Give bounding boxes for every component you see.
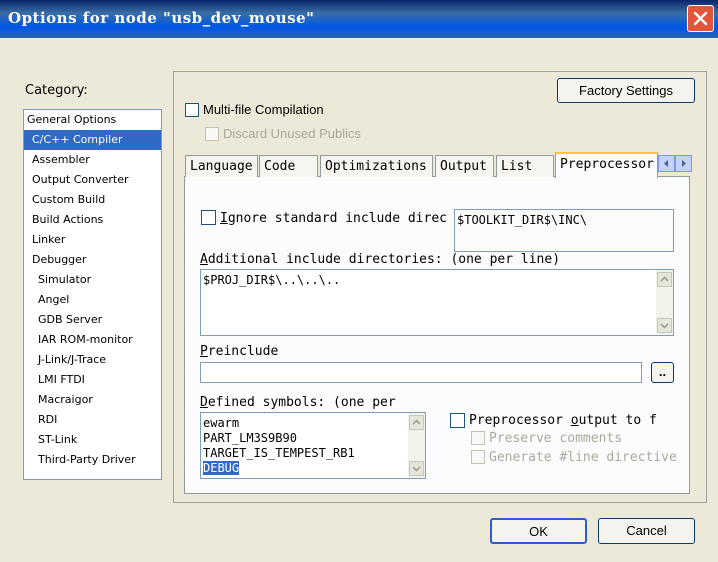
- additional-include-textarea[interactable]: $PROJ_DIR$\..\..\..: [200, 269, 674, 336]
- defined-symbols-textarea[interactable]: ewarm PART_LM3S9B90 TARGET_IS_TEMPEST_RB…: [200, 412, 426, 479]
- scroll-up-button[interactable]: [657, 272, 672, 287]
- symbol-line: PART_LM3S9B90: [203, 431, 297, 445]
- preprocessor-output-checkbox[interactable]: [450, 413, 465, 428]
- category-item-st-link[interactable]: ST-Link: [24, 430, 161, 450]
- defined-symbols-label: Defined symbols: (one per: [200, 395, 396, 410]
- additional-include-label: Additional include directories: (one per…: [200, 252, 561, 267]
- category-item-iar-rom-monitor[interactable]: IAR ROM-monitor: [24, 330, 161, 350]
- category-label: Category:: [25, 83, 88, 98]
- preserve-comments-checkbox[interactable]: [471, 431, 485, 445]
- chevron-up-icon: [660, 276, 669, 282]
- generate-line-label: Generate #line directive: [489, 450, 677, 465]
- category-item-simulator[interactable]: Simulator: [24, 270, 161, 290]
- preprocessor-output-label: Preprocessor output to f: [469, 413, 657, 428]
- symbol-line-selected: DEBUG: [203, 461, 240, 475]
- multifile-compilation-checkbox[interactable]: [185, 103, 199, 117]
- tab-scroll-left-button[interactable]: [658, 155, 675, 172]
- cancel-button[interactable]: Cancel: [598, 518, 695, 544]
- window-title: Options for node "usb_dev_mouse": [8, 9, 315, 27]
- triangle-right-icon: [682, 160, 686, 167]
- scroll-up-button[interactable]: [409, 415, 424, 430]
- tab-language[interactable]: Language: [185, 155, 258, 177]
- defined-symbols-scrollbar[interactable]: [408, 413, 425, 478]
- preserve-comments-label: Preserve comments: [489, 431, 623, 446]
- chevron-down-icon: [412, 466, 421, 472]
- close-icon: [693, 11, 708, 26]
- chevron-down-icon: [660, 323, 669, 329]
- category-item-build-actions[interactable]: Build Actions: [24, 210, 161, 230]
- preinclude-browse-button[interactable]: ..: [651, 362, 674, 383]
- preinclude-label: Preinclude: [200, 344, 279, 359]
- category-item-j-link-j-trace[interactable]: J-Link/J-Trace: [24, 350, 161, 370]
- chevron-up-icon: [412, 419, 421, 425]
- symbol-line: ewarm: [203, 416, 240, 430]
- category-item-c-c-compiler[interactable]: C/C++ Compiler: [24, 130, 161, 150]
- symbol-line: TARGET_IS_TEMPEST_RB1: [203, 446, 355, 460]
- category-list[interactable]: General Options C/C++ Compiler Assembler Ou…: [23, 109, 162, 480]
- category-item-debugger[interactable]: Debugger: [24, 250, 161, 270]
- category-item-third-party-driver[interactable]: Third-Party Driver: [24, 450, 161, 470]
- ok-button[interactable]: OK: [490, 518, 587, 544]
- category-item-rdi[interactable]: RDI: [24, 410, 161, 430]
- options-dialog: Options for node "usb_dev_mouse" Categor…: [0, 0, 718, 562]
- category-item-gdb-server[interactable]: GDB Server: [24, 310, 161, 330]
- triangle-left-icon: [664, 160, 668, 167]
- close-button[interactable]: [687, 5, 714, 32]
- factory-settings-button[interactable]: Factory Settings: [557, 78, 695, 103]
- category-item-angel[interactable]: Angel: [24, 290, 161, 310]
- preinclude-input[interactable]: [200, 362, 642, 383]
- category-item-assembler[interactable]: Assembler: [24, 150, 161, 170]
- discard-unused-checkbox[interactable]: [205, 127, 219, 141]
- ignore-std-include-label: Ignore standard include direc: [220, 211, 447, 226]
- tab-scroll-right-button[interactable]: [675, 155, 692, 172]
- category-item-macraigor[interactable]: Macraigor: [24, 390, 161, 410]
- tab-preprocessor[interactable]: Preprocessor: [555, 152, 658, 178]
- scroll-down-button[interactable]: [657, 318, 672, 333]
- multifile-compilation-label: Multi-file Compilation: [203, 102, 324, 117]
- category-item-custom-build[interactable]: Custom Build: [24, 190, 161, 210]
- generate-line-checkbox[interactable]: [471, 450, 485, 464]
- toolkit-include-field[interactable]: $TOOLKIT_DIR$\INC\: [454, 209, 674, 252]
- tab-output[interactable]: Output: [435, 155, 494, 177]
- tab-optimizations[interactable]: Optimizations: [320, 155, 433, 177]
- category-item-linker[interactable]: Linker: [24, 230, 161, 250]
- scroll-down-button[interactable]: [409, 461, 424, 476]
- category-item-output-converter[interactable]: Output Converter: [24, 170, 161, 190]
- additional-include-scrollbar[interactable]: [656, 270, 673, 335]
- ignore-std-include-checkbox[interactable]: [201, 210, 216, 225]
- category-item-lmi-ftdi[interactable]: LMI FTDI: [24, 370, 161, 390]
- tab-code[interactable]: Code: [259, 155, 318, 177]
- tab-list[interactable]: List: [496, 155, 554, 177]
- title-bar[interactable]: Options for node "usb_dev_mouse": [0, 0, 718, 38]
- discard-unused-label: Discard Unused Publics: [223, 126, 362, 141]
- category-item-general-options[interactable]: General Options: [24, 110, 161, 130]
